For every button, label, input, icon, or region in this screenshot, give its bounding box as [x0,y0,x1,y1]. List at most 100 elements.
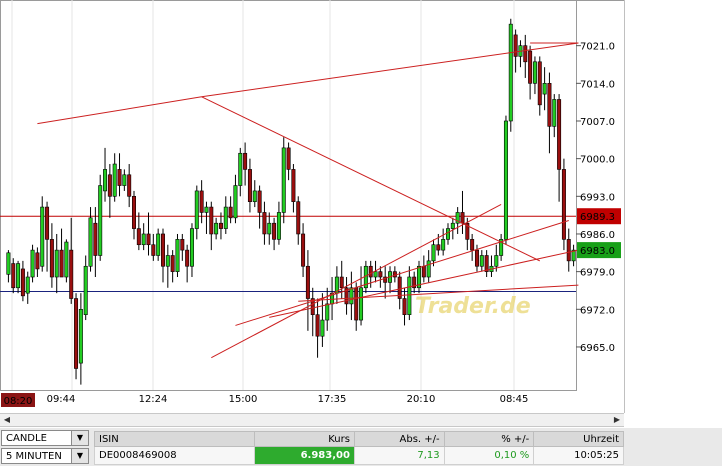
candle-down[interactable] [301,233,306,267]
candle-down[interactable] [537,61,542,106]
candle-up[interactable] [223,206,228,229]
candle-up[interactable] [112,163,117,197]
candle-up[interactable] [40,206,45,267]
candle-up[interactable] [320,319,325,337]
candle-down[interactable] [151,244,156,256]
candle-down[interactable] [45,206,50,240]
candle-down[interactable] [132,196,136,229]
candle-down[interactable] [470,239,475,251]
price-chart[interactable]: 6965.0 6972.0 6979.0 6986.0 6993.0 7000.0 7007… [0,0,722,413]
candle-down[interactable] [117,169,122,186]
candle-up[interactable] [238,152,243,186]
plot-area[interactable] [0,0,577,391]
candle-down[interactable] [228,206,233,219]
candle-down[interactable] [11,263,16,289]
chevron-down-icon[interactable]: ▼ [71,431,88,445]
candle-up[interactable] [156,233,161,256]
scroll-right-icon[interactable]: ▶ [610,414,624,426]
candle-down[interactable] [557,99,562,170]
candle-down[interactable] [566,239,571,262]
interval-select[interactable]: 5 MINUTEN ▼ [1,448,89,464]
candle-down[interactable] [243,152,248,170]
candle-up[interactable] [88,217,93,267]
candle-down[interactable] [315,314,320,337]
candle-down[interactable] [286,147,291,170]
candle-up[interactable] [30,249,35,278]
candle-up[interactable] [25,276,30,294]
candle-up[interactable] [16,263,21,289]
candle-down[interactable] [127,174,132,197]
candle-down[interactable] [354,287,359,321]
candle-down[interactable] [474,249,479,267]
candle-up[interactable] [441,239,446,251]
candle-down[interactable] [547,83,552,127]
candle-down[interactable] [74,298,79,369]
candle-up[interactable] [204,206,209,213]
candle-up[interactable] [194,190,199,229]
candle-down[interactable] [392,271,397,278]
candle-up[interactable] [83,265,88,315]
candle-down[interactable] [339,276,344,289]
candle-up[interactable] [431,244,436,262]
candle-up[interactable] [281,147,286,213]
candle-down[interactable] [291,169,296,202]
candle-up[interactable] [175,239,180,272]
candle-down[interactable] [296,201,301,235]
candle-up[interactable] [373,271,378,278]
candle-down[interactable] [20,268,25,297]
candle-up[interactable] [189,228,194,267]
candle-down[interactable] [402,298,407,315]
candle-down[interactable] [262,212,267,235]
candle-down[interactable] [378,271,383,278]
candle-down[interactable] [436,244,441,251]
candle-up[interactable] [503,120,508,240]
candle-up[interactable] [276,212,281,240]
candle-up[interactable] [54,249,59,278]
candle-down[interactable] [460,212,465,224]
candle-up[interactable] [165,255,170,267]
candle-up[interactable] [267,222,272,235]
candle-up[interactable] [122,174,127,186]
candle-down[interactable] [523,45,528,63]
candle-down[interactable] [257,190,262,213]
candle-up[interactable] [6,252,11,275]
candle-down[interactable] [368,265,373,278]
candle-down[interactable] [136,228,141,246]
candle-up[interactable] [450,222,455,229]
candle-down[interactable] [146,233,151,246]
candle-up[interactable] [233,185,238,219]
candle-up[interactable] [103,169,108,192]
chart-scrollbar[interactable]: ◀ ▶ [0,413,624,427]
candle-up[interactable] [325,303,330,321]
candle-down[interactable] [49,239,54,278]
scroll-left-icon[interactable]: ◀ [0,414,14,426]
candle-down[interactable] [513,34,518,57]
candle-down[interactable] [247,169,252,202]
candle-down[interactable] [528,50,533,84]
candle-down[interactable] [170,255,175,272]
candle-down[interactable] [305,265,310,299]
candle-down[interactable] [421,265,426,278]
candle-up[interactable] [98,185,103,256]
candle-up[interactable] [508,23,513,122]
candle-down[interactable] [161,233,165,267]
candle-up[interactable] [214,222,219,235]
candle-down[interactable] [561,169,566,240]
candle-up[interactable] [426,260,431,278]
candle-down[interactable] [484,255,489,272]
candle-down[interactable] [59,249,64,278]
candle-up[interactable] [64,241,69,278]
candle-up[interactable] [542,83,547,95]
candle-down[interactable] [209,206,214,235]
candle-down[interactable] [180,239,185,251]
candle-down[interactable] [35,252,40,270]
candle-up[interactable] [552,99,557,127]
candle-up[interactable] [359,287,364,321]
candle-up[interactable] [532,61,537,84]
candle-down[interactable] [272,222,277,240]
candle-up[interactable] [479,255,484,267]
candle-down[interactable] [93,222,98,256]
candle-up[interactable] [141,233,146,246]
candle-up[interactable] [407,276,412,315]
candle-down[interactable] [199,190,204,213]
